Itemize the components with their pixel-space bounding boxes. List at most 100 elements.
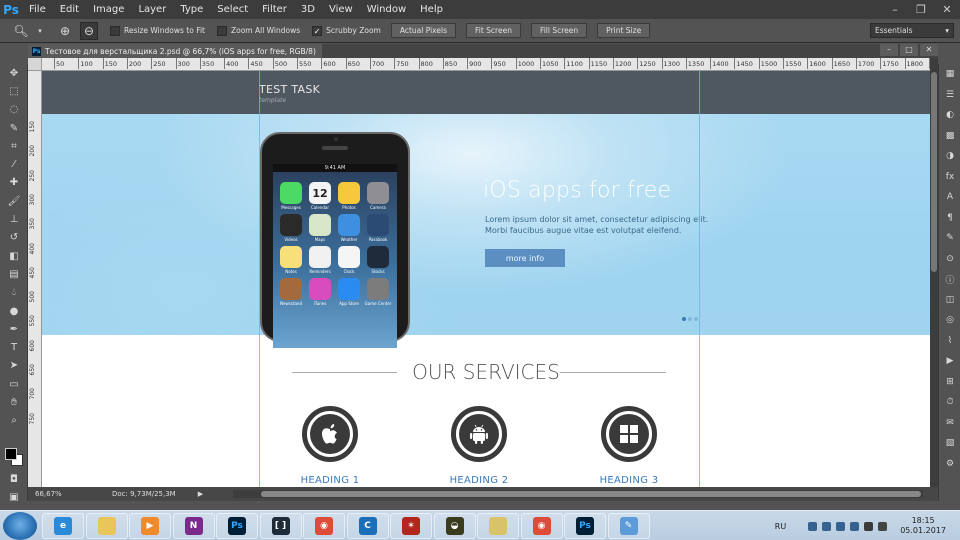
menu-filter[interactable]: Filter: [255, 0, 294, 19]
tool-preset-chevron-down-icon[interactable]: ▾: [36, 22, 44, 40]
properties-panel-icon[interactable]: ☰: [939, 85, 960, 106]
clone-stamp-tool-icon[interactable]: ⊥: [0, 210, 28, 228]
brush-tool-icon[interactable]: 🖌︎: [0, 192, 28, 210]
taskbar-file-folder[interactable]: [477, 513, 519, 539]
tool-presets-panel-icon[interactable]: ⚙: [939, 454, 960, 475]
adjustments-panel-icon[interactable]: ◑: [939, 146, 960, 167]
crop-tool-icon[interactable]: ⌗: [0, 137, 28, 155]
tray-app-icon[interactable]: [822, 521, 832, 531]
menu-help[interactable]: Help: [413, 0, 450, 19]
menu-edit[interactable]: Edit: [53, 0, 86, 19]
move-tool-icon[interactable]: ✥: [0, 64, 28, 82]
info-panel-icon[interactable]: ⓘ: [939, 269, 960, 290]
navigator-panel-icon[interactable]: ⊞: [939, 372, 960, 393]
taskbar-paint[interactable]: ✎: [607, 513, 650, 539]
channels-panel-icon[interactable]: ◎: [939, 310, 960, 331]
actual-pixels-button[interactable]: Actual Pixels: [390, 23, 456, 38]
menu-layer[interactable]: Layer: [131, 0, 173, 19]
taskbar-media-player[interactable]: ▶: [129, 513, 171, 539]
vertical-scroll-thumb[interactable]: [931, 72, 937, 272]
path-select-tool-icon[interactable]: ➤: [0, 357, 28, 375]
taskbar-bracket-app[interactable]: [ ]: [259, 513, 302, 539]
document-tab[interactable]: Ps Тестовое для верстальщика 2.psd @ 66,…: [28, 44, 322, 58]
gradient-tool-icon[interactable]: ▤: [0, 265, 28, 283]
fit-screen-button[interactable]: Fit Screen: [465, 23, 521, 38]
pen-tool-icon[interactable]: ✒: [0, 320, 28, 338]
vertical-ruler[interactable]: 150 200 250 300 350 400 450 500 550 600 650 700 750: [28, 71, 42, 487]
menu-type[interactable]: Type: [173, 0, 210, 19]
quick-select-tool-icon[interactable]: ✎: [0, 119, 28, 137]
taskbar-chrome[interactable]: ◉: [520, 513, 563, 539]
hand-tool-icon[interactable]: ✋︎: [0, 393, 28, 411]
taskbar-file-explorer[interactable]: [85, 513, 128, 539]
doc-close-icon[interactable]: ✕: [920, 44, 938, 56]
menu-file[interactable]: File: [22, 0, 53, 19]
doc-minimize-icon[interactable]: –: [880, 44, 898, 56]
menu-window[interactable]: Window: [360, 0, 413, 19]
menu-3d[interactable]: 3D: [294, 0, 322, 19]
fill-screen-button[interactable]: Fill Screen: [530, 23, 588, 38]
zoom-in-icon[interactable]: ⊕: [56, 22, 74, 40]
notes-panel-icon[interactable]: ✉: [939, 413, 960, 434]
clock[interactable]: 18:15 05.01.2017: [900, 516, 946, 536]
layers-panel-icon[interactable]: ◫: [939, 290, 960, 311]
zoom-out-icon[interactable]: ⊖: [80, 21, 98, 40]
resize-windows-checkbox[interactable]: Resize Windows to Fit: [110, 25, 205, 36]
marquee-tool-icon[interactable]: ⬚: [0, 82, 28, 100]
input-language[interactable]: RU: [775, 522, 786, 531]
ruler-origin[interactable]: [28, 58, 42, 71]
healing-brush-tool-icon[interactable]: ✚: [0, 174, 28, 192]
paragraph-panel-icon[interactable]: ¶: [939, 208, 960, 229]
rectangle-tool-icon[interactable]: ▭: [0, 375, 28, 393]
taskbar-onenote[interactable]: N: [172, 513, 215, 539]
foreground-color-swatch[interactable]: [5, 448, 17, 460]
close-icon[interactable]: ✕: [934, 0, 960, 19]
blur-tool-icon[interactable]: 💧︎: [0, 284, 28, 302]
vertical-scrollbar[interactable]: [930, 58, 938, 487]
taskbar-photoshop[interactable]: Ps: [564, 513, 606, 539]
network-icon[interactable]: [864, 521, 874, 531]
eyedropper-tool-icon[interactable]: ⁄: [0, 155, 28, 173]
menu-select[interactable]: Select: [210, 0, 255, 19]
clone-source-panel-icon[interactable]: ⊙: [939, 249, 960, 270]
horizontal-scroll-thumb[interactable]: [261, 491, 921, 497]
tray-app-icon[interactable]: [808, 521, 818, 531]
menu-image[interactable]: Image: [86, 0, 131, 19]
horizontal-ruler[interactable]: 50 100 150 200 250 300 350 400 450 500 550 600 650 70…: [42, 58, 930, 71]
volume-icon[interactable]: [878, 521, 888, 531]
taskbar-cup-app[interactable]: ◒: [433, 513, 476, 539]
dodge-tool-icon[interactable]: ●: [0, 302, 28, 320]
timeline-panel-icon[interactable]: ⏱: [939, 392, 960, 413]
lasso-tool-icon[interactable]: ◌: [0, 101, 28, 119]
history-panel-icon[interactable]: ▦: [939, 64, 960, 85]
type-tool-icon[interactable]: T: [0, 338, 28, 356]
scrubby-zoom-checkbox[interactable]: ✓ Scrubby Zoom: [312, 25, 381, 36]
status-menu-arrow-icon[interactable]: ▶: [198, 490, 203, 498]
character-panel-icon[interactable]: A: [939, 187, 960, 208]
eraser-tool-icon[interactable]: ◧: [0, 247, 28, 265]
taskbar-antivirus[interactable]: ✶: [390, 513, 432, 539]
paths-panel-icon[interactable]: ⌇: [939, 331, 960, 352]
menu-view[interactable]: View: [322, 0, 360, 19]
color-panel-icon[interactable]: ◐: [939, 105, 960, 126]
workspace-select[interactable]: Essentials: [870, 23, 954, 38]
quick-mask-icon[interactable]: ◘: [0, 470, 28, 488]
zoom-level[interactable]: 66,67%: [28, 490, 64, 498]
zoom-tool-icon[interactable]: ⌕: [0, 412, 28, 430]
tray-app-icon[interactable]: [850, 521, 860, 531]
taskbar-ccleaner[interactable]: C: [346, 513, 389, 539]
tray-app-icon[interactable]: [836, 521, 846, 531]
guide-line-right[interactable]: [699, 71, 700, 487]
zoom-tool-icon[interactable]: 🔍︎: [12, 22, 30, 40]
swatches-panel-icon[interactable]: ▩: [939, 126, 960, 147]
history-brush-tool-icon[interactable]: ↺: [0, 229, 28, 247]
taskbar-photoshop[interactable]: Ps: [216, 513, 258, 539]
guide-line-left[interactable]: [259, 71, 260, 487]
minimize-icon[interactable]: –: [882, 0, 908, 19]
print-size-button[interactable]: Print Size: [597, 23, 651, 38]
zoom-all-checkbox[interactable]: Zoom All Windows: [216, 25, 300, 36]
restore-icon[interactable]: ❐: [908, 0, 934, 19]
horizontal-scrollbar[interactable]: [233, 490, 923, 498]
brush-panel-icon[interactable]: ✎: [939, 228, 960, 249]
styles-panel-icon[interactable]: fx: [939, 167, 960, 188]
